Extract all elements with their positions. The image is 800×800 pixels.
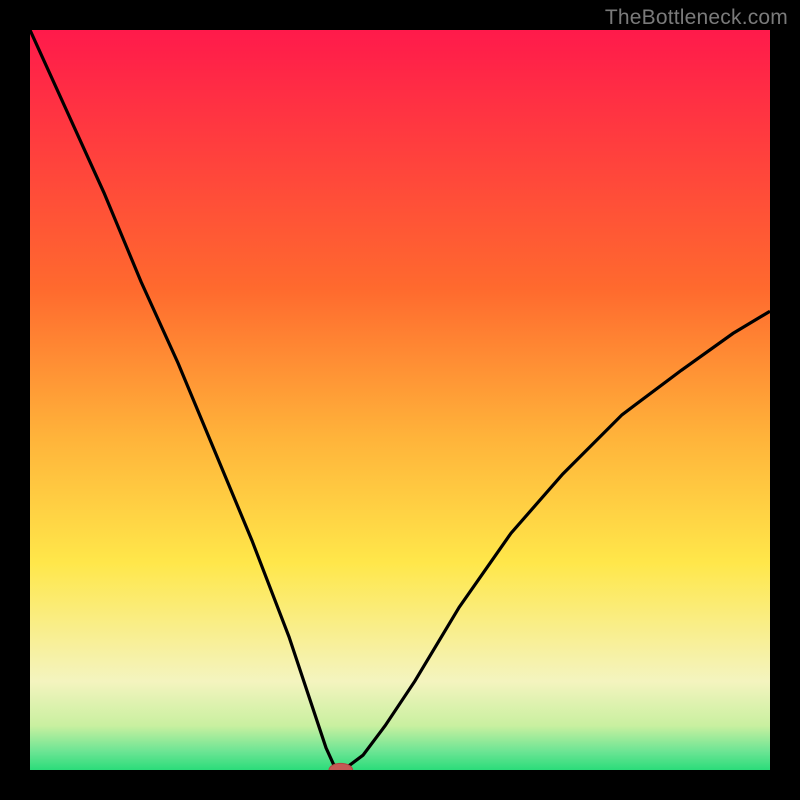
page-root: TheBottleneck.com [0,0,800,800]
plot-frame [30,30,770,770]
watermark-text: TheBottleneck.com [605,6,788,30]
bottleneck-chart [30,30,770,770]
chart-background-gradient [30,30,770,770]
